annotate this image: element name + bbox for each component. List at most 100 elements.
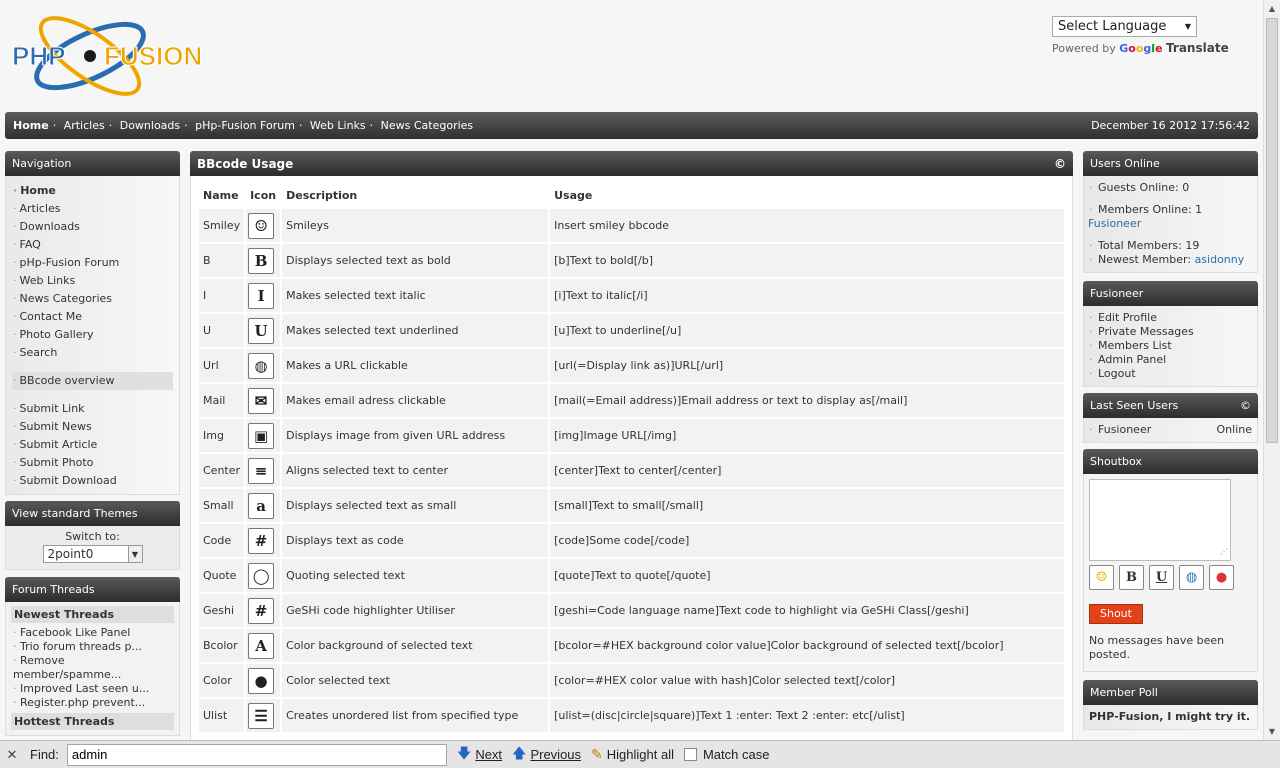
sidebar-item-label: Search [19, 346, 58, 359]
chevron-down-icon: ▼ [127, 546, 142, 562]
thread-link-continued[interactable]: member/spamme... [11, 668, 174, 682]
thread-link[interactable]: · Remove [11, 654, 174, 668]
themes-title: View standard Themes [12, 507, 138, 520]
image-icon: ▣ [248, 422, 275, 449]
smiley-icon[interactable]: ☺ [1089, 565, 1114, 590]
page-scrollbar[interactable]: ▲ ▼ [1263, 0, 1280, 740]
cell-name: Quote [199, 559, 245, 592]
scroll-down-icon[interactable]: ▼ [1264, 723, 1280, 740]
shout-textarea[interactable]: ⋰ [1089, 479, 1231, 561]
main-navbar: Home · Articles · Downloads · pHp-Fusion Fo… [5, 112, 1258, 139]
user-menu-members-list[interactable]: · Members List [1089, 339, 1252, 353]
sidebar-item-submit-link[interactable]: · Submit Link [6, 400, 179, 418]
nav-link-home[interactable]: Home [13, 119, 49, 132]
thread-link[interactable]: · Facebook Like Panel [11, 626, 174, 640]
newest-member-link[interactable]: asidonny [1195, 253, 1245, 266]
cell-description: Displays selected text as bold [282, 244, 549, 277]
bold-icon[interactable]: B [1119, 565, 1144, 590]
scrollbar-thumb[interactable] [1266, 18, 1278, 443]
theme-select[interactable]: 2point0 ▼ [42, 545, 143, 563]
geshi-icon: # [248, 597, 275, 624]
color-icon[interactable]: ● [1209, 565, 1234, 590]
sidebar-item-web-links[interactable]: · Web Links [6, 272, 179, 290]
thread-link[interactable]: · Trio forum threads p... [11, 640, 174, 654]
bbcode-panel: Name Icon Description Usage Smiley ☺ Smile… [190, 176, 1073, 743]
table-row: Code # Displays text as code [code]Some cod… [199, 524, 1064, 557]
column-header-name: Name [203, 189, 239, 202]
copyright-icon: © [1240, 399, 1251, 412]
sidebar-item-faq[interactable]: · FAQ [6, 236, 179, 254]
cell-description: GeSHi code highlighter Utiliser [282, 594, 549, 627]
quote-icon: ◯ [248, 562, 275, 589]
table-row: Center ≡ Aligns selected text to center [ce… [199, 454, 1064, 487]
cell-description: Displays image from given URL address [282, 419, 549, 452]
thread-link[interactable]: · Register.php prevent... [11, 696, 174, 710]
cell-usage: [bcolor=#HEX background color value]Colo… [550, 629, 1064, 662]
nav-link-news-categories[interactable]: News Categories [381, 119, 474, 132]
thread-link[interactable]: · Improved Last seen u... [11, 682, 174, 696]
resize-grip-icon[interactable]: ⋰ [1220, 545, 1228, 559]
cell-icon: # [246, 594, 281, 627]
cell-usage: [i]Text to italic[/i] [550, 279, 1064, 312]
close-icon[interactable]: ✕ [0, 747, 24, 763]
find-next-button[interactable]: 🡇 Next [457, 743, 502, 767]
user-menu-private-messages[interactable]: · Private Messages [1089, 325, 1252, 339]
sidebar-item-search[interactable]: · Search [6, 344, 179, 362]
translate-link[interactable]: Translate [1166, 41, 1229, 55]
shout-button[interactable]: Shout [1089, 604, 1143, 624]
sidebar-item-submit-news[interactable]: · Submit News [6, 418, 179, 436]
guests-online: Guests Online: 0 [1098, 181, 1190, 194]
column-header-usage: Usage [554, 189, 593, 202]
nav-link-forum[interactable]: pHp-Fusion Forum [195, 119, 295, 132]
forum-threads-header: Forum Threads [5, 577, 180, 602]
find-input[interactable] [66, 743, 447, 766]
sidebar-item-downloads[interactable]: · Downloads [6, 218, 179, 236]
sidebar-item-submit-download[interactable]: · Submit Download [6, 472, 179, 490]
sidebar-item-articles[interactable]: · Articles [6, 200, 179, 218]
checkbox-icon [683, 748, 697, 761]
users-online-header: Users Online [1083, 151, 1258, 176]
last-seen-user[interactable]: Fusioneer [1098, 423, 1151, 436]
find-previous-button[interactable]: 🡅 Previous [512, 743, 581, 767]
user-menu-admin-panel[interactable]: · Admin Panel [1089, 353, 1252, 367]
last-seen-title: Last Seen Users [1090, 399, 1179, 412]
language-select[interactable]: Select Language ▼ [1052, 16, 1197, 37]
nav-link-web-links[interactable]: Web Links [310, 119, 366, 132]
poll-question: PHP-Fusion, I might try it. [1089, 710, 1251, 723]
cell-name: Small [199, 489, 245, 522]
cell-name: U [199, 314, 245, 347]
sidebar-item-contact[interactable]: · Contact Me [6, 308, 179, 326]
underline-icon[interactable]: U [1149, 565, 1174, 590]
highlight-all-button[interactable]: ✎ Highlight all [591, 746, 674, 763]
url-icon[interactable]: ◍ [1179, 565, 1204, 590]
sidebar-item-forum[interactable]: · pHp-Fusion Forum [6, 254, 179, 272]
cell-description: Makes email adress clickable [282, 384, 549, 417]
nav-link-articles[interactable]: Articles [64, 119, 105, 132]
sidebar-item-bbcode[interactable]: · BBcode overview [12, 372, 173, 390]
cell-icon: ◯ [246, 559, 281, 592]
user-menu-logout[interactable]: · Logout [1089, 367, 1252, 381]
online-member-link[interactable]: Fusioneer [1088, 217, 1252, 231]
google-logo: Google [1119, 42, 1163, 55]
match-case-checkbox[interactable]: Match case [683, 747, 769, 762]
sidebar-item-submit-article[interactable]: · Submit Article [6, 436, 179, 454]
table-row: Img ▣ Displays image from given URL addres… [199, 419, 1064, 452]
users-online-title: Users Online [1090, 157, 1160, 170]
right-sidebar: Users Online · Guests Online: 0 · Member… [1083, 151, 1258, 730]
cell-icon: a [246, 489, 281, 522]
sidebar-item-submit-photo[interactable]: · Submit Photo [6, 454, 179, 472]
sidebar-item-home[interactable]: · Home [6, 182, 179, 200]
nav-link-downloads[interactable]: Downloads [120, 119, 180, 132]
table-row: Color ● Color selected text [color=#HEX col… [199, 664, 1064, 697]
php-fusion-logo[interactable]: PHP FUSION [8, 14, 228, 100]
chevron-down-icon: ▼ [1184, 22, 1191, 31]
bold-icon: B [248, 247, 275, 274]
user-menu-edit-profile[interactable]: · Edit Profile [1089, 311, 1252, 325]
themes-panel-header: View standard Themes [5, 501, 180, 526]
sidebar-item-news-categories[interactable]: · News Categories [6, 290, 179, 308]
cell-description: Makes selected text italic [282, 279, 549, 312]
table-row: Geshi # GeSHi code highlighter Utiliser [ge… [199, 594, 1064, 627]
total-members: Total Members: 19 [1098, 239, 1200, 252]
scroll-up-icon[interactable]: ▲ [1264, 0, 1280, 17]
sidebar-item-photo-gallery[interactable]: · Photo Gallery [6, 326, 179, 344]
